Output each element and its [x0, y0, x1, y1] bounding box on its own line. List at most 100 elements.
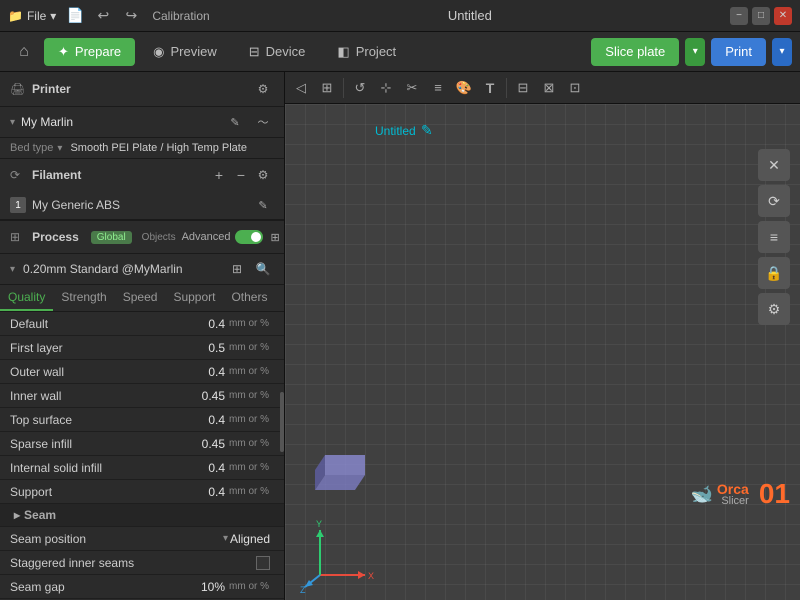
setting-label-support: Support — [10, 485, 185, 499]
vt-cut-btn[interactable]: ✂ — [400, 76, 424, 100]
tab-support[interactable]: Support — [165, 285, 223, 311]
viewport-area[interactable]: Untitled ✎ ✕ ⟳ ≡ 🔒 ⚙ 🐋 Orca Slice — [285, 104, 800, 600]
printer-name[interactable]: My Marlin — [21, 115, 218, 129]
object-label-text: Untitled — [375, 124, 416, 138]
advanced-toggle-switch[interactable] — [235, 230, 263, 244]
viewport-toolbar: ◁ ⊞ ↺ ⊹ ✂ ≡ 🎨 T ⊟ ⊠ ⊡ — [285, 72, 800, 104]
setting-label-default: Default — [10, 317, 185, 331]
setting-sparse-infill[interactable]: Sparse infill 0.45 mm or % — [0, 432, 284, 456]
rt-close-btn[interactable]: ✕ — [758, 149, 790, 181]
rt-layers-btn[interactable]: ≡ — [758, 221, 790, 253]
preset-name[interactable]: 0.20mm Standard @MyMarlin — [23, 262, 222, 276]
filament-name[interactable]: My Generic ABS — [32, 198, 246, 212]
printer-icon: 🖨 — [10, 82, 26, 96]
right-toolbar: ✕ ⟳ ≡ 🔒 ⚙ — [758, 149, 790, 325]
slice-plate-btn[interactable]: Slice plate — [591, 38, 679, 66]
setting-value-seam-position[interactable]: Aligned — [230, 532, 270, 546]
redo-btn[interactable]: ↪ — [120, 5, 142, 27]
print-dropdown-btn[interactable]: ▾ — [772, 38, 792, 66]
preview-label: Preview — [171, 44, 217, 59]
title-bar: 📁 File ▾ 📄 ↩ ↪ Calibration Untitled − □ … — [0, 0, 800, 32]
vt-paint-btn[interactable]: 🎨 — [452, 76, 476, 100]
setting-top-surface[interactable]: Top surface 0.4 mm or % — [0, 408, 284, 432]
close-btn[interactable]: ✕ — [774, 7, 792, 25]
axes-indicator: X Y Z — [300, 515, 380, 595]
process-header: ⊞ Process Global Objects Advanced ⊞ ☰ — [0, 220, 284, 254]
setting-inner-wall[interactable]: Inner wall 0.45 mm or % — [0, 384, 284, 408]
maximize-btn[interactable]: □ — [752, 7, 770, 25]
setting-value-inner-wall: 0.45 — [185, 389, 225, 403]
filament-edit-btn[interactable]: ✎ — [252, 194, 274, 216]
setting-unit-outer-wall: mm or % — [229, 366, 274, 377]
project-label: Project — [356, 44, 396, 59]
scrollbar-track[interactable] — [280, 372, 284, 600]
filament-settings-btn[interactable]: ⚙ — [252, 164, 274, 186]
tab-others[interactable]: Others — [223, 285, 275, 311]
setting-support[interactable]: Support 0.4 mm or % — [0, 480, 284, 504]
printer-settings-btn[interactable]: ⚙ — [252, 78, 274, 100]
rt-orient-btn[interactable]: ⟳ — [758, 185, 790, 217]
vt-orient-btn[interactable]: ↺ — [348, 76, 372, 100]
setting-value-default: 0.4 — [185, 317, 225, 331]
tab-device[interactable]: ⊟ Device — [235, 38, 320, 66]
print-btn[interactable]: Print — [711, 38, 766, 66]
vt-arrange-btn[interactable]: ⊟ — [511, 76, 535, 100]
setting-staggered-seams[interactable]: Staggered inner seams — [0, 551, 284, 575]
tab-preview[interactable]: ◉ Preview — [139, 38, 231, 66]
vt-layer-btn[interactable]: ≡ — [426, 76, 450, 100]
setting-unit-support: mm or % — [229, 486, 274, 497]
process-tabs: Quality Strength Speed Support Others No… — [0, 285, 284, 312]
rt-settings-btn[interactable]: ⚙ — [758, 293, 790, 325]
rt-lock-btn[interactable]: 🔒 — [758, 257, 790, 289]
vt-back-btn[interactable]: ◁ — [289, 76, 313, 100]
advanced-label: Advanced — [182, 231, 231, 243]
seam-section-header[interactable]: ▸ Seam — [0, 504, 284, 527]
tab-notes[interactable]: Notes — [275, 285, 285, 311]
setting-outer-wall[interactable]: Outer wall 0.4 mm or % — [0, 360, 284, 384]
file-menu-label[interactable]: File — [27, 9, 46, 23]
tab-project[interactable]: ◧ Project — [323, 38, 410, 66]
printer-wifi-btn[interactable]: 〜 — [252, 111, 274, 133]
filament-remove-btn[interactable]: − — [230, 164, 252, 186]
file-menu-arrow[interactable]: ▾ — [50, 9, 56, 23]
setting-value-top-surface: 0.4 — [185, 413, 225, 427]
vt-split-btn[interactable]: ⊡ — [563, 76, 587, 100]
home-btn[interactable]: ⌂ — [8, 36, 40, 68]
filament-add-btn[interactable]: + — [208, 164, 230, 186]
nav-bar: ⌂ ✦ Prepare ◉ Preview ⊟ Device ◧ Project… — [0, 32, 800, 72]
preset-copy-btn[interactable]: ⊞ — [226, 258, 248, 280]
tab-quality[interactable]: Quality — [0, 285, 53, 311]
tab-speed[interactable]: Speed — [115, 285, 166, 311]
orca-name: Orca — [717, 482, 749, 496]
scrollbar-thumb[interactable] — [280, 392, 284, 452]
vt-group-btn[interactable]: ⊠ — [537, 76, 561, 100]
setting-internal-solid-infill[interactable]: Internal solid infill 0.4 mm or % — [0, 456, 284, 480]
new-file-btn[interactable]: 📄 — [64, 5, 86, 27]
badge-objects[interactable]: Objects — [142, 232, 176, 243]
printer-edit-btn[interactable]: ✎ — [224, 111, 246, 133]
badge-global[interactable]: Global — [91, 231, 132, 244]
tab-strength[interactable]: Strength — [53, 285, 114, 311]
3d-object[interactable] — [305, 445, 377, 505]
process-preset-row: ▾ 0.20mm Standard @MyMarlin ⊞ 🔍 — [0, 254, 284, 285]
setting-seam-position[interactable]: Seam position ▾ Aligned — [0, 527, 284, 551]
staggered-seams-checkbox[interactable] — [256, 556, 270, 570]
setting-label-seam-gap: Seam gap — [10, 580, 185, 594]
process-icons-btn[interactable]: ⊞ — [271, 226, 280, 248]
minimize-btn[interactable]: − — [730, 7, 748, 25]
vt-text-btn[interactable]: T — [478, 76, 502, 100]
left-panel: 🖨 Printer ⚙ ▾ My Marlin ✎ 〜 Bed type ▾ S… — [0, 72, 285, 600]
menu-file[interactable]: 📁 File ▾ — [8, 9, 56, 23]
vt-grid-btn[interactable]: ⊞ — [315, 76, 339, 100]
tab-prepare[interactable]: ✦ Prepare — [44, 38, 135, 66]
setting-seam-gap[interactable]: Seam gap 10% mm or % — [0, 575, 284, 599]
bed-type-value[interactable]: Smooth PEI Plate / High Temp Plate — [70, 142, 274, 154]
undo-btn[interactable]: ↩ — [92, 5, 114, 27]
vt-scale-btn[interactable]: ⊹ — [374, 76, 398, 100]
preset-search-btn[interactable]: 🔍 — [252, 258, 274, 280]
slice-dropdown-btn[interactable]: ▾ — [685, 38, 705, 66]
setting-first-layer[interactable]: First layer 0.5 mm or % — [0, 336, 284, 360]
setting-default[interactable]: Default 0.4 mm or % — [0, 312, 284, 336]
filament-item: 1 My Generic ABS ✎ — [0, 191, 284, 219]
setting-unit-seam-gap: mm or % — [229, 581, 274, 592]
